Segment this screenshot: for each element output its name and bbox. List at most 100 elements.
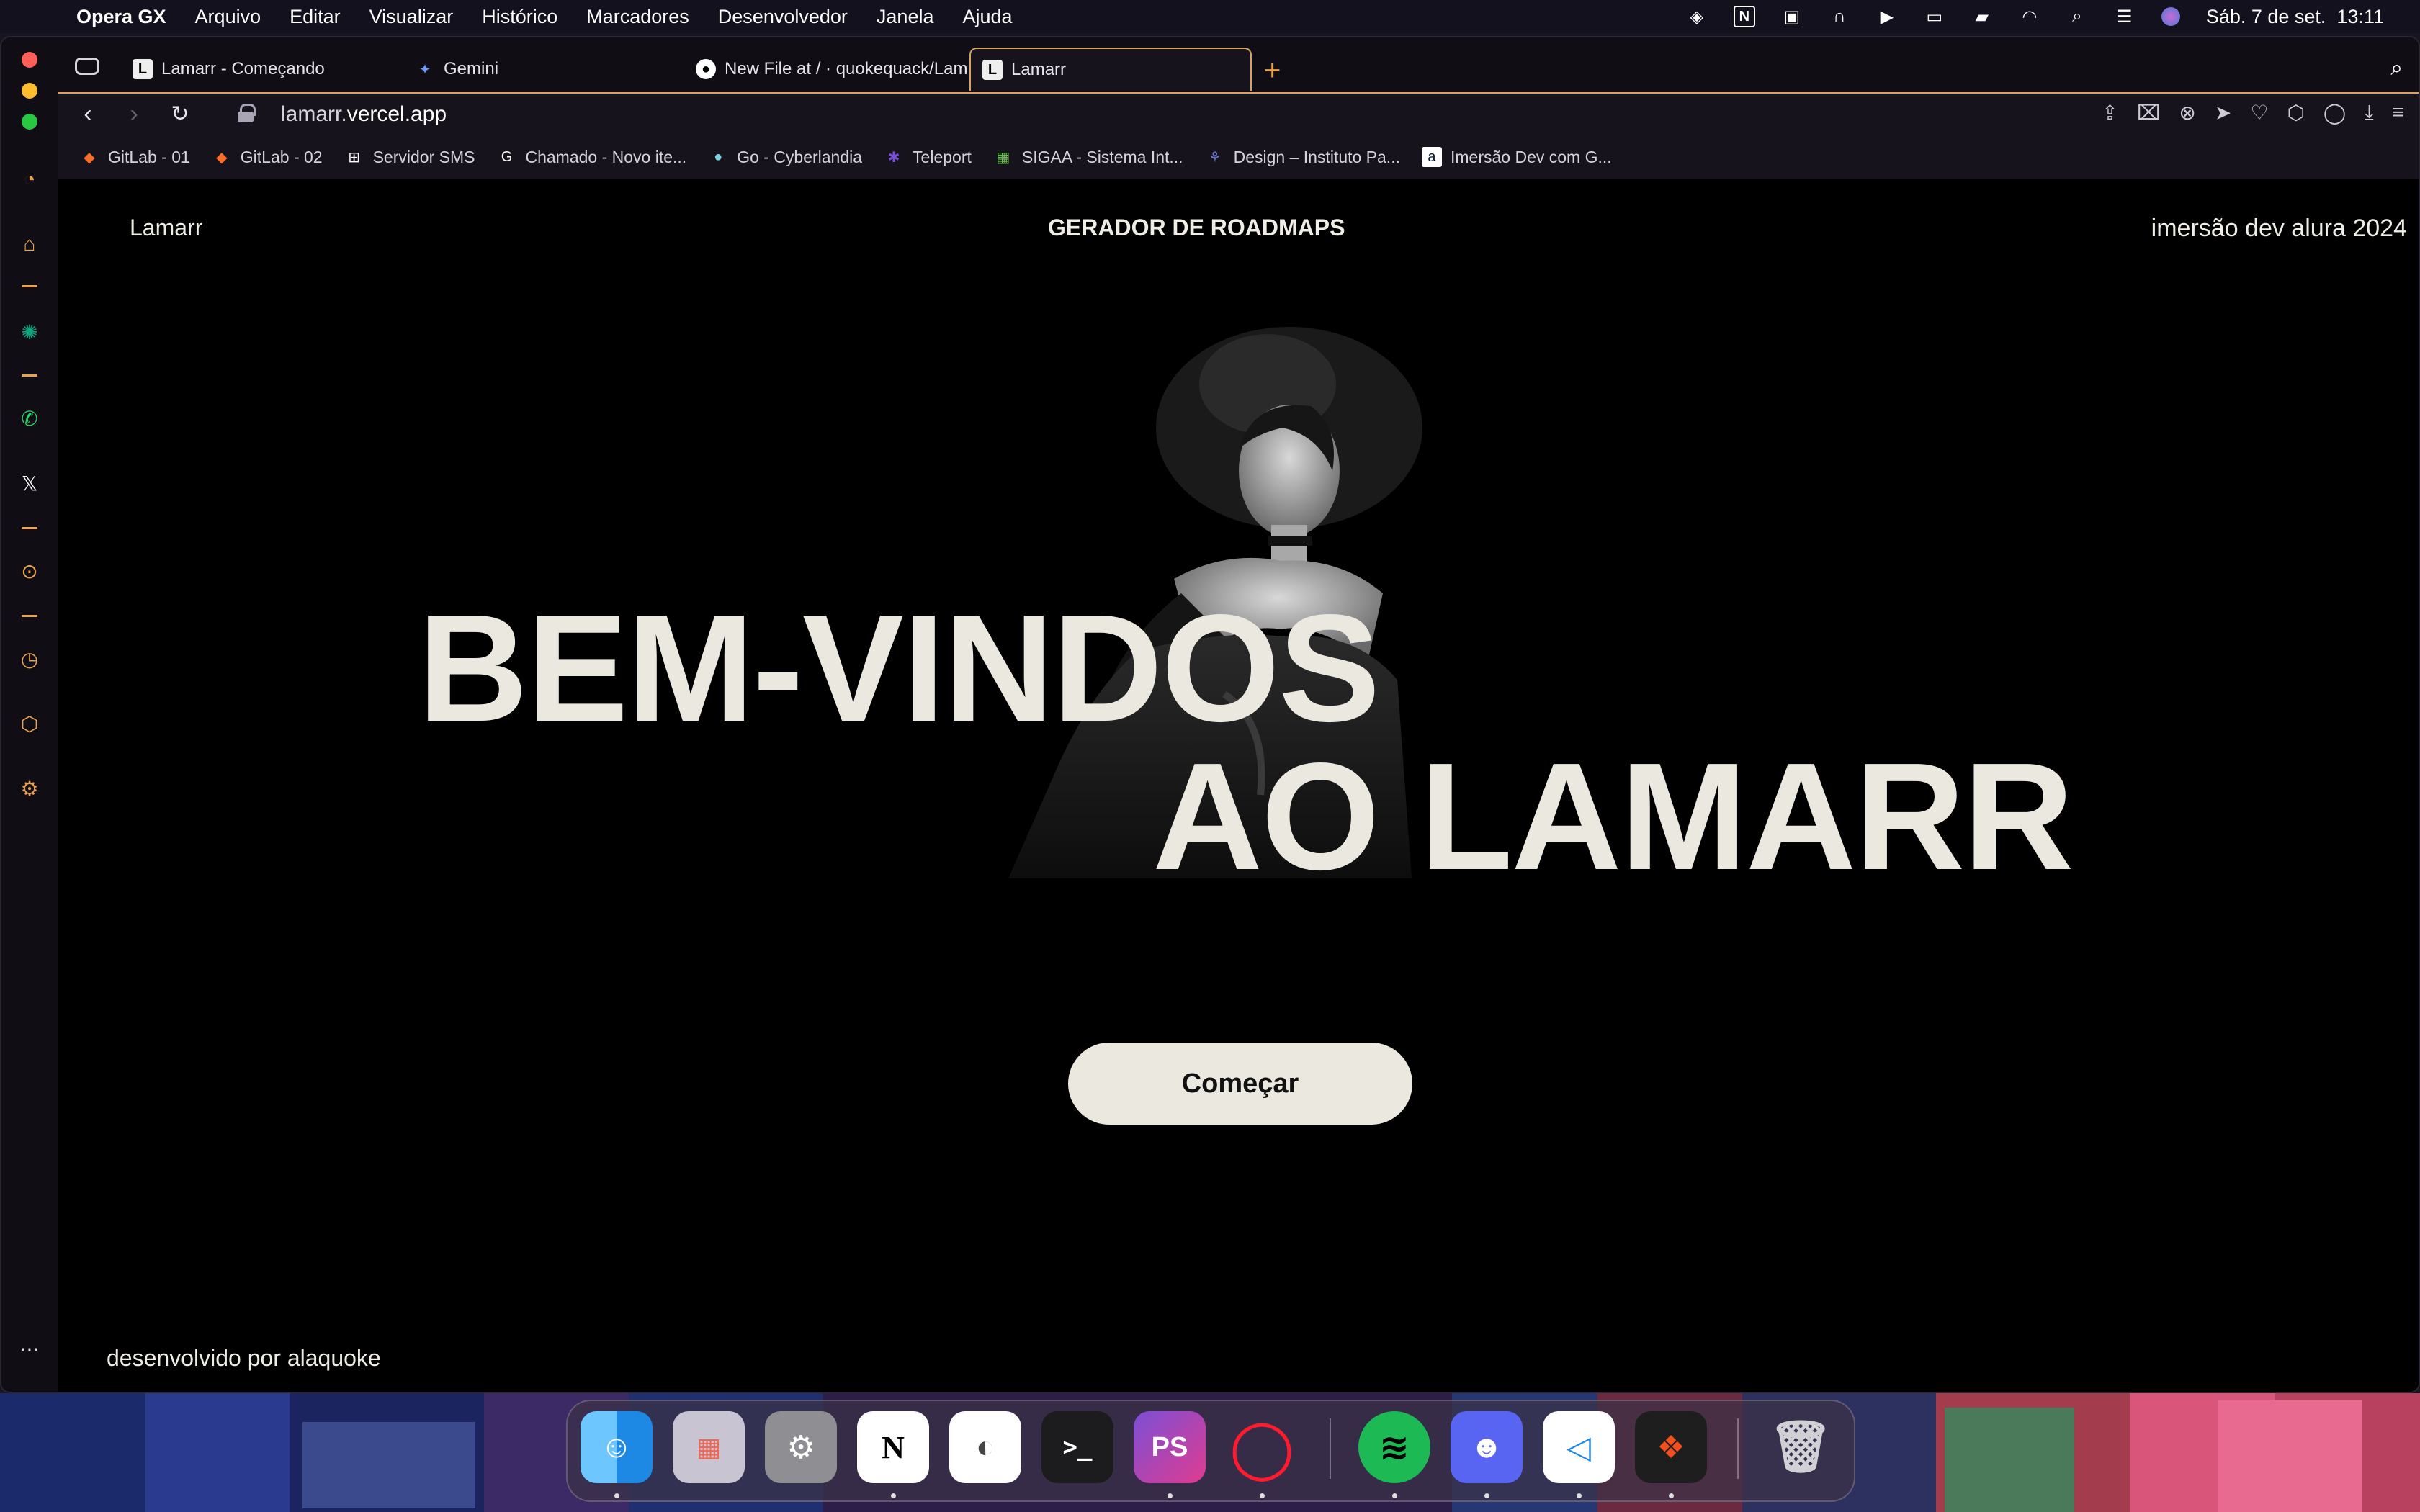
tab-lamarr-comecando[interactable]: L Lamarr - Começando (121, 48, 395, 91)
dock-separator (1330, 1418, 1331, 1479)
tab-label: Gemini (444, 59, 499, 78)
more-options-icon[interactable]: ⋯ (14, 1333, 45, 1364)
easy-setup-menu-icon[interactable]: ≡ (2393, 101, 2404, 125)
extensions-icon[interactable]: ⬡ (2287, 101, 2304, 125)
snapshot-camera-icon[interactable]: ⌧ (2137, 101, 2160, 125)
dock-vscode[interactable]: ◁ (1543, 1411, 1615, 1483)
dock-discord[interactable]: ☻ (1451, 1411, 1523, 1483)
macos-dock: ☺ ▦ ⚙ N ◐ >_ PS ◯ ≋ ☻ ◁ ❖ 🗑 (566, 1400, 1855, 1502)
address-actions: ⇪ ⌧ ⊗ ➤ ♡ ⬡ ◯ ⤓ ≡ (2102, 101, 2404, 125)
macos-menu-bar: Opera GX Arquivo Editar Visualizar Histó… (0, 0, 2420, 33)
sidebar-separator (22, 527, 37, 529)
bookmark-servidor-sms[interactable]: ⊞ Servidor SMS (344, 147, 475, 167)
lock-icon[interactable] (238, 104, 256, 122)
menu-clock[interactable]: Sáb. 7 de set. 13:11 (2206, 6, 2384, 28)
event-label: imersão dev alura 2024 (2151, 215, 2407, 242)
dock-trash[interactable]: 🗑 (1765, 1411, 1837, 1483)
dock-launchpad[interactable]: ▦ (673, 1411, 745, 1483)
bookmark-sigaa[interactable]: ▦ SIGAA - Sistema Int... (993, 147, 1183, 167)
comecar-button[interactable]: Começar (1068, 1043, 1412, 1125)
dock-spotify[interactable]: ≋ (1358, 1411, 1430, 1483)
share-icon[interactable]: ⇪ (2102, 101, 2118, 125)
whatsapp-icon[interactable]: ✆ (14, 403, 45, 433)
site-brand[interactable]: Lamarr (130, 215, 202, 241)
minimize-window-button[interactable] (22, 83, 37, 99)
dock-terminal[interactable]: >_ (1041, 1411, 1113, 1483)
menu-editar[interactable]: Editar (290, 6, 341, 28)
menu-visualizar[interactable]: Visualizar (369, 6, 454, 28)
bookmarks-bar: ◆ GitLab - 01 ◆ GitLab - 02 ⊞ Servidor SMS … (58, 135, 2419, 179)
card-status-icon[interactable]: ▭ (1924, 6, 1945, 27)
browser-window: ◔ ⌂ ✺ ✆ 𝕏 ⊙ ◷ ⬡ ⚙ ⋯ L Lamarr - Começando… (0, 36, 2420, 1393)
send-icon[interactable]: ➤ (2215, 101, 2231, 125)
bookmark-chamado[interactable]: G Chamado - Novo ite... (496, 147, 687, 167)
new-tab-plus-icon[interactable]: + (1264, 55, 1281, 87)
menu-historico[interactable]: Histórico (482, 6, 557, 28)
history-icon[interactable]: ◷ (14, 644, 45, 674)
adblock-icon[interactable]: ⊗ (2179, 101, 2195, 125)
menu-desenvolvedor[interactable]: Desenvolvedor (718, 6, 848, 28)
dock-opera[interactable]: ◯ (1226, 1411, 1298, 1483)
bookmark-heart-icon[interactable]: ♡ (2250, 101, 2268, 125)
settings-gear-icon[interactable]: ⚙ (14, 773, 45, 804)
sidebar-separator (22, 285, 37, 287)
player-icon[interactable]: ⊙ (14, 556, 45, 586)
tab-search-icon[interactable]: ⌕ (2390, 56, 2403, 81)
bookmark-design-instituto[interactable]: ⚘ Design – Instituto Pa... (1205, 147, 1400, 167)
bookmark-gitlab-01[interactable]: ◆ GitLab - 01 (79, 147, 190, 167)
figma-status-icon[interactable]: ◈ (1686, 6, 1708, 27)
close-window-button[interactable] (22, 52, 37, 68)
bookmark-label: SIGAA - Sistema Int... (1021, 147, 1183, 166)
menu-arquivo[interactable]: Arquivo (195, 6, 261, 28)
tab-label: New File at / · quokequack/Lam (725, 59, 968, 78)
dock-sequel-ace[interactable]: ◐ (949, 1411, 1021, 1483)
gx-corner-icon[interactable]: ⌂ (14, 229, 45, 259)
x-twitter-icon[interactable]: 𝕏 (14, 468, 45, 498)
butterfly-icon: ⚘ (1208, 149, 1222, 166)
menu-ajuda[interactable]: Ajuda (962, 6, 1012, 28)
bookmark-imersao-dev[interactable]: a Imersão Dev com G... (1421, 147, 1612, 167)
tab-label: Lamarr (1011, 60, 1067, 79)
wifi-icon[interactable]: ◠ (2019, 6, 2040, 27)
sidebar-separator (22, 374, 37, 377)
notion-status-icon[interactable]: N (1733, 6, 1755, 27)
bookmark-gitlab-02[interactable]: ◆ GitLab - 02 (212, 147, 323, 167)
url-field[interactable]: lamarr.vercel.app (281, 102, 447, 127)
dock-notion[interactable]: N (857, 1411, 929, 1483)
headline-line-2: AO LAMARR (1152, 731, 2074, 901)
gx-gamepad-icon[interactable] (75, 58, 99, 75)
dock-figma[interactable]: ❖ (1635, 1411, 1707, 1483)
bookmark-teleport[interactable]: ✱ Teleport (884, 147, 972, 167)
gx-control-icon[interactable]: ◔ (14, 164, 45, 194)
bookmark-go-cyberlandia[interactable]: ● Go - Cyberlandia (708, 147, 862, 167)
extensions-cube-icon[interactable]: ⬡ (14, 708, 45, 739)
menu-app-name[interactable]: Opera GX (76, 6, 166, 28)
gitlab-icon: ◆ (84, 149, 95, 166)
menu-marcadores[interactable]: Marcadores (586, 6, 689, 28)
dock-finder[interactable]: ☺ (581, 1411, 653, 1483)
reload-icon[interactable]: ↻ (166, 99, 194, 128)
play-status-icon[interactable]: ▶ (1876, 6, 1898, 27)
arc-status-icon[interactable]: ∩ (1829, 6, 1850, 27)
downloads-icon[interactable]: ⤓ (2365, 101, 2373, 125)
chatgpt-icon[interactable]: ✺ (14, 317, 45, 347)
tab-lamarr-active[interactable]: L Lamarr (969, 48, 1252, 91)
forward-arrow-icon[interactable]: › (120, 99, 148, 128)
dock-running-indicator (1168, 1493, 1173, 1498)
control-center-icon[interactable]: ☰ (2114, 6, 2136, 27)
battery-icon[interactable]: ▰ (1971, 6, 1993, 27)
dock-running-indicator (614, 1493, 619, 1498)
sms-icon: ⊞ (348, 149, 360, 166)
dock-phpstorm[interactable]: PS (1134, 1411, 1206, 1483)
glpi-icon: G (501, 148, 513, 165)
menu-janela[interactable]: Janela (877, 6, 934, 28)
vpn-status-icon[interactable]: ▣ (1781, 6, 1803, 27)
spotlight-search-icon[interactable]: ⌕ (2066, 6, 2088, 27)
back-arrow-icon[interactable]: ‹ (73, 99, 102, 128)
gemini-sparkle-icon: ✦ (418, 61, 431, 78)
profile-icon[interactable]: ◯ (2323, 101, 2346, 125)
dock-system-settings[interactable]: ⚙ (765, 1411, 837, 1483)
zoom-window-button[interactable] (22, 114, 37, 130)
wallpaper-block (2218, 1400, 2362, 1512)
siri-icon[interactable] (2161, 7, 2180, 26)
